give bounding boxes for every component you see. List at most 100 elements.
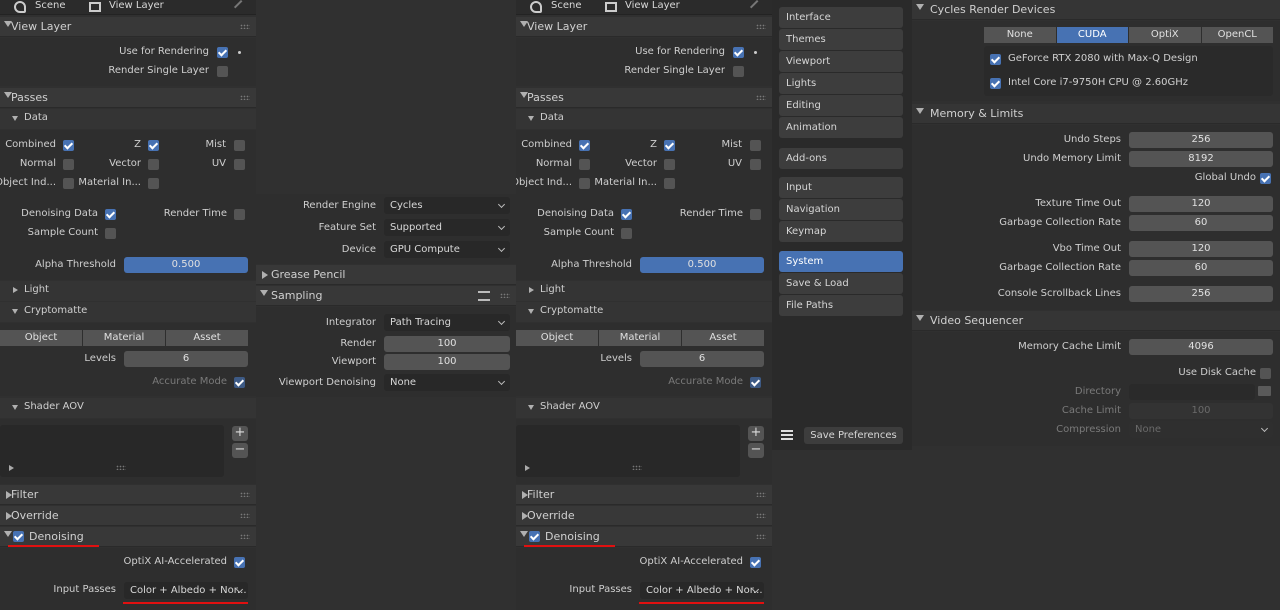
- render-samples-field[interactable]: 100: [384, 336, 510, 352]
- passes-section-header[interactable]: Passes: [516, 88, 772, 108]
- memory-limits-section-header[interactable]: Memory & Limits: [912, 104, 1280, 124]
- drag-grip-icon[interactable]: [240, 24, 250, 29]
- denoising-enable-checkbox[interactable]: [529, 531, 540, 542]
- accurate-mode-checkbox[interactable]: [234, 377, 245, 388]
- drag-grip-icon[interactable]: [756, 534, 766, 539]
- resize-grip-icon[interactable]: [116, 465, 126, 470]
- uv-checkbox[interactable]: [750, 159, 761, 170]
- console-scrollback-field[interactable]: 256: [1129, 286, 1273, 302]
- drag-grip-icon[interactable]: [756, 95, 766, 100]
- save-preferences-button[interactable]: Save Preferences: [804, 427, 903, 444]
- drag-grip-icon[interactable]: [240, 534, 250, 539]
- passes-section-header[interactable]: Passes: [0, 88, 256, 108]
- optix-accelerated-checkbox[interactable]: [234, 557, 245, 568]
- add-aov-button[interactable]: +: [232, 426, 248, 441]
- sample-count-checkbox[interactable]: [621, 228, 632, 239]
- z-checkbox[interactable]: [664, 140, 675, 151]
- use-for-rendering-checkbox[interactable]: [733, 47, 744, 58]
- alpha-threshold-slider[interactable]: 0.500: [124, 257, 248, 273]
- presets-list-icon[interactable]: [478, 291, 490, 301]
- render-single-layer-checkbox[interactable]: [733, 66, 744, 77]
- render-time-checkbox[interactable]: [750, 209, 761, 220]
- view-layer-section-header[interactable]: View Layer: [516, 17, 772, 37]
- drag-grip-icon[interactable]: [500, 293, 510, 298]
- accurate-mode-checkbox[interactable]: [750, 377, 761, 388]
- light-subpanel-header[interactable]: Light: [0, 281, 256, 301]
- input-passes-dropdown[interactable]: Color + Albedo + Nor...: [124, 582, 248, 599]
- device-tab-cuda[interactable]: CUDA: [1056, 27, 1128, 43]
- input-passes-dropdown[interactable]: Color + Albedo + Nor...: [640, 582, 764, 599]
- drag-grip-icon[interactable]: [240, 492, 250, 497]
- drag-grip-icon[interactable]: [756, 492, 766, 497]
- scene-label[interactable]: Scene: [35, 0, 66, 11]
- viewport-denoising-dropdown[interactable]: None: [384, 374, 510, 391]
- denoising-enable-checkbox[interactable]: [13, 531, 24, 542]
- cryptomatte-subpanel-header[interactable]: Cryptomatte: [516, 302, 772, 322]
- cryptomatte-asset-toggle[interactable]: Asset: [166, 330, 248, 346]
- sample-count-checkbox[interactable]: [105, 228, 116, 239]
- aov-list[interactable]: [0, 425, 224, 477]
- nav-file-paths[interactable]: File Paths: [779, 295, 903, 316]
- integrator-dropdown[interactable]: Path Tracing: [384, 314, 510, 331]
- undo-steps-field[interactable]: 256: [1129, 132, 1273, 148]
- data-subpanel-header[interactable]: Data: [516, 109, 772, 129]
- device-tab-opencl[interactable]: OpenCL: [1201, 27, 1273, 43]
- nav-viewport[interactable]: Viewport: [779, 51, 903, 72]
- remove-aov-button[interactable]: −: [232, 443, 248, 458]
- viewport-samples-field[interactable]: 100: [384, 354, 510, 370]
- keyframe-dot-icon[interactable]: [754, 51, 757, 54]
- keyframe-dot-icon[interactable]: [238, 51, 241, 54]
- denoising-data-checkbox[interactable]: [105, 209, 116, 220]
- mist-checkbox[interactable]: [234, 140, 245, 151]
- cryptomatte-object-toggle[interactable]: Object: [0, 330, 82, 346]
- data-subpanel-header[interactable]: Data: [0, 109, 256, 129]
- render-time-checkbox[interactable]: [234, 209, 245, 220]
- drag-grip-icon[interactable]: [240, 513, 250, 518]
- undo-memory-limit-field[interactable]: 8192: [1129, 151, 1273, 167]
- device-dropdown[interactable]: GPU Compute: [384, 241, 510, 258]
- material-index-checkbox[interactable]: [148, 178, 159, 189]
- view-layer-label[interactable]: View Layer: [109, 0, 164, 11]
- normal-checkbox[interactable]: [579, 159, 590, 170]
- shader-aov-subpanel-header[interactable]: Shader AOV: [0, 398, 256, 418]
- nav-input[interactable]: Input: [779, 177, 903, 198]
- expand-arrow-icon[interactable]: [9, 465, 14, 471]
- alpha-threshold-slider[interactable]: 0.500: [640, 257, 764, 273]
- z-checkbox[interactable]: [148, 140, 159, 151]
- combined-checkbox[interactable]: [63, 140, 74, 151]
- compression-dropdown[interactable]: None: [1129, 421, 1273, 438]
- vbo-timeout-field[interactable]: 120: [1129, 241, 1273, 257]
- levels-field[interactable]: 6: [640, 351, 764, 367]
- shader-aov-subpanel-header[interactable]: Shader AOV: [516, 398, 772, 418]
- nav-system[interactable]: System: [779, 251, 903, 272]
- pin-icon[interactable]: [233, 0, 249, 15]
- override-section-header[interactable]: Override: [516, 506, 772, 526]
- feature-set-dropdown[interactable]: Supported: [384, 219, 510, 236]
- nav-editing[interactable]: Editing: [779, 95, 903, 116]
- nav-animation[interactable]: Animation: [779, 117, 903, 138]
- view-layer-section-header[interactable]: View Layer: [0, 17, 256, 37]
- device-tab-none[interactable]: None: [984, 27, 1056, 43]
- denoising-section-header[interactable]: Denoising: [0, 527, 256, 547]
- nav-navigation[interactable]: Navigation: [779, 199, 903, 220]
- nav-add-ons[interactable]: Add-ons: [779, 148, 903, 169]
- resize-grip-icon[interactable]: [632, 465, 642, 470]
- device-tab-optix[interactable]: OptiX: [1129, 27, 1201, 43]
- normal-checkbox[interactable]: [63, 159, 74, 170]
- nav-save-load[interactable]: Save & Load: [779, 273, 903, 294]
- object-index-checkbox[interactable]: [63, 178, 74, 189]
- cryptomatte-object-toggle[interactable]: Object: [516, 330, 598, 346]
- denoising-data-checkbox[interactable]: [621, 209, 632, 220]
- drag-grip-icon[interactable]: [756, 24, 766, 29]
- video-sequencer-section-header[interactable]: Video Sequencer: [912, 311, 1280, 331]
- uv-checkbox[interactable]: [234, 159, 245, 170]
- cryptomatte-material-toggle[interactable]: Material: [83, 330, 165, 346]
- cache-limit-field[interactable]: 100: [1129, 403, 1273, 419]
- cryptomatte-subpanel-header[interactable]: Cryptomatte: [0, 302, 256, 322]
- remove-aov-button[interactable]: −: [748, 443, 764, 458]
- cpu-device-checkbox[interactable]: [990, 78, 1001, 89]
- combined-checkbox[interactable]: [579, 140, 590, 151]
- render-engine-dropdown[interactable]: Cycles: [384, 197, 510, 214]
- gc-rate-field[interactable]: 60: [1129, 215, 1273, 231]
- mist-checkbox[interactable]: [750, 140, 761, 151]
